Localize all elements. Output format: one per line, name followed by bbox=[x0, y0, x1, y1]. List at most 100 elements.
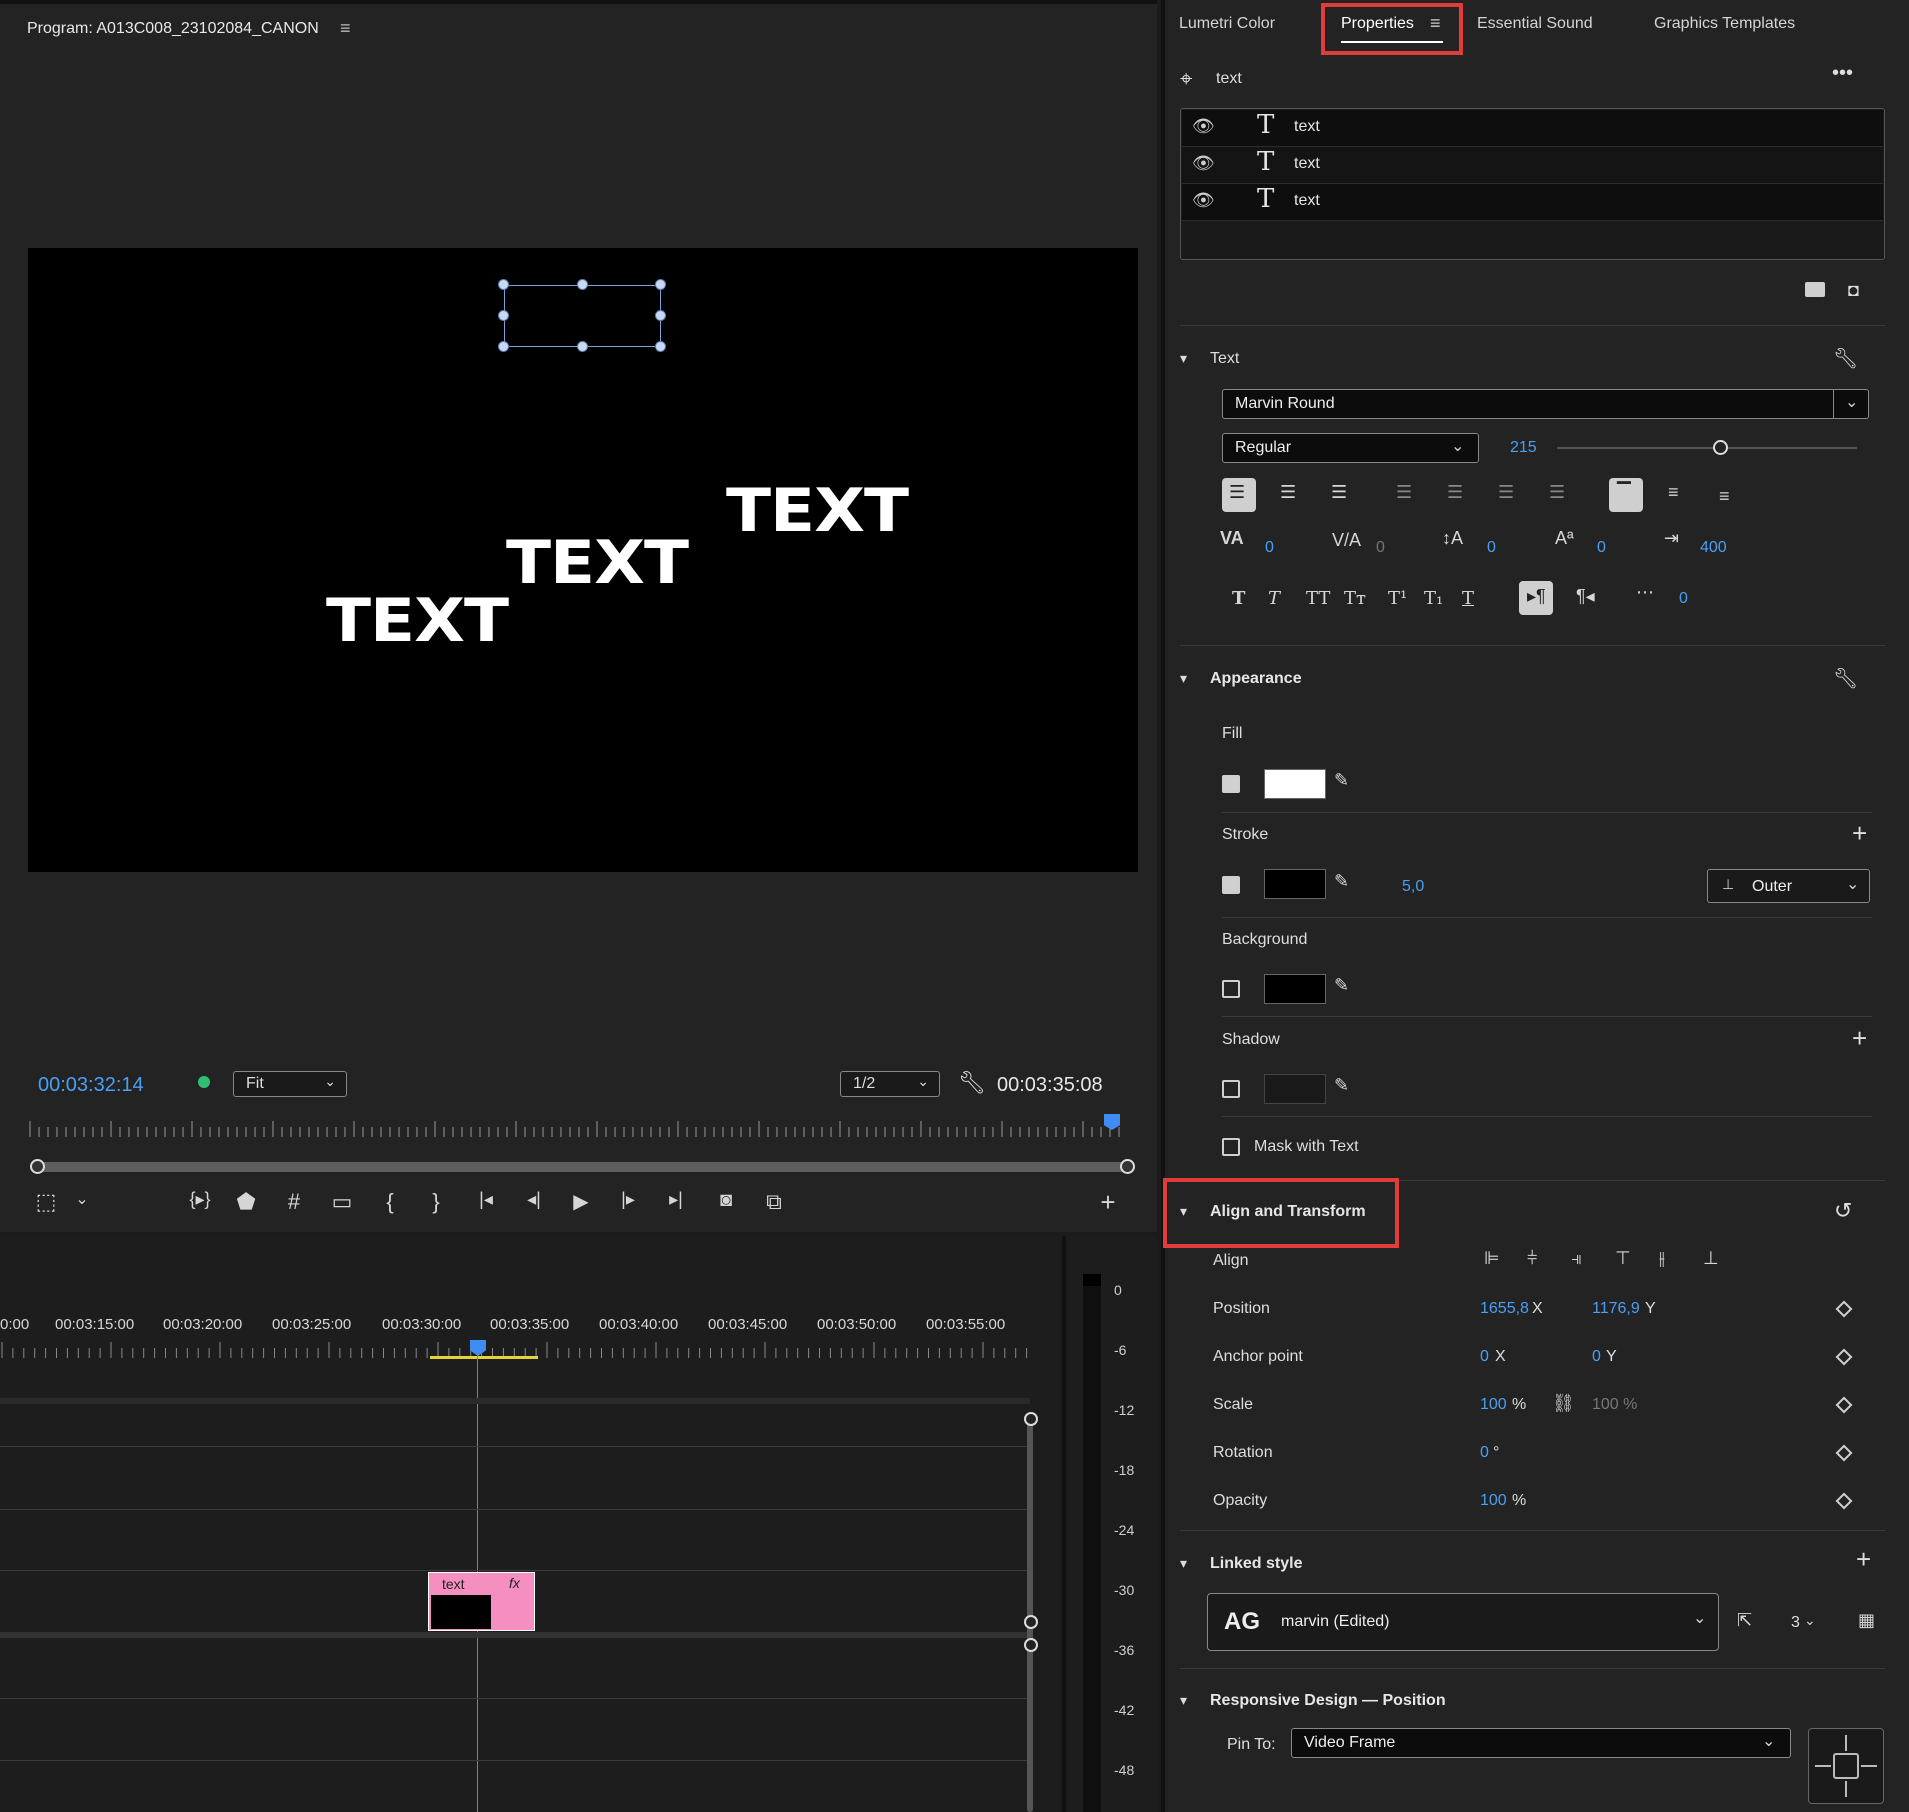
folder-icon[interactable] bbox=[1805, 282, 1825, 297]
justify-left-icon[interactable]: ☰ bbox=[1396, 482, 1412, 503]
grid-icon[interactable]: # bbox=[276, 1189, 312, 1215]
align-left-icon[interactable]: ☰ bbox=[1229, 482, 1245, 503]
eyedropper-icon[interactable]: ✎ bbox=[1334, 770, 1349, 791]
align-right-edges-icon[interactable]: ⫣ bbox=[1571, 1248, 1582, 1269]
canvas-text-middle[interactable]: TEXT bbox=[506, 533, 689, 592]
font-size-value[interactable]: 215 bbox=[1510, 439, 1537, 457]
ltr-direction-icon[interactable]: ▸¶ bbox=[1527, 586, 1546, 607]
shadow-checkbox[interactable] bbox=[1222, 1080, 1240, 1098]
pin-right-line[interactable] bbox=[1861, 1765, 1877, 1767]
eye-icon[interactable]: 👁︎ bbox=[1192, 116, 1215, 137]
zoom-scrollbar[interactable] bbox=[36, 1162, 1128, 1172]
pin-top-line[interactable] bbox=[1845, 1735, 1847, 1751]
align-top-text-icon[interactable]: ▔ bbox=[1617, 482, 1631, 503]
pin-center-box[interactable] bbox=[1833, 1753, 1859, 1779]
scrollbar-handle-right[interactable] bbox=[1120, 1159, 1135, 1174]
reset-icon[interactable]: ↺ bbox=[1834, 1198, 1852, 1224]
scrollbar-handle[interactable] bbox=[1024, 1615, 1038, 1629]
eye-icon[interactable]: 👁︎ bbox=[1192, 190, 1215, 211]
selection-handle[interactable] bbox=[498, 341, 509, 352]
eyedropper-icon[interactable]: ✎ bbox=[1334, 1075, 1349, 1096]
selection-bounding-box[interactable] bbox=[504, 285, 661, 347]
hamburger-menu-icon[interactable]: ≡ bbox=[340, 18, 351, 39]
chevron-down-icon[interactable]: ▾ bbox=[1180, 1692, 1187, 1709]
bold-icon[interactable]: T bbox=[1232, 588, 1245, 609]
step-back-icon[interactable]: ◂| bbox=[516, 1189, 552, 1210]
stroke-type-dropdown[interactable]: ⊥ Outer ⌄ bbox=[1707, 869, 1870, 903]
superscript-icon[interactable]: T¹ bbox=[1388, 588, 1407, 609]
eyedropper-icon[interactable]: ✎ bbox=[1334, 871, 1349, 892]
camera-icon[interactable]: ◙ bbox=[708, 1189, 744, 1212]
font-dropdown[interactable]: Marvin Round ⌄ bbox=[1222, 389, 1869, 419]
subscript-icon[interactable]: T₁ bbox=[1424, 588, 1443, 609]
work-area-bar[interactable] bbox=[430, 1356, 538, 1359]
align-horizontal-centers-icon[interactable]: ⫩ bbox=[1527, 1248, 1537, 1269]
scrollbar-handle[interactable] bbox=[1024, 1638, 1038, 1652]
rotation-value[interactable]: 0 bbox=[1480, 1444, 1489, 1462]
mark-in-icon[interactable]: { bbox=[372, 1189, 408, 1215]
align-left-edges-icon[interactable]: ⊫ bbox=[1484, 1248, 1500, 1269]
selection-handle[interactable] bbox=[655, 279, 666, 290]
play-icon[interactable]: ▶ bbox=[563, 1189, 599, 1214]
add-button-icon[interactable]: + bbox=[1090, 1187, 1126, 1218]
slider-handle[interactable] bbox=[1713, 440, 1728, 455]
style-count[interactable]: 3 bbox=[1791, 1614, 1800, 1632]
tab-essential-sound[interactable]: Essential Sound bbox=[1477, 15, 1593, 33]
align-top-edges-icon[interactable]: ⊤ bbox=[1615, 1248, 1631, 1269]
chevron-down-icon[interactable]: ⌄ bbox=[1804, 1612, 1816, 1629]
kerning-value[interactable]: 0 bbox=[1265, 539, 1274, 557]
align-center-text-icon[interactable]: ≡ bbox=[1668, 482, 1679, 503]
scrollbar-handle[interactable] bbox=[1024, 1412, 1038, 1426]
background-checkbox[interactable] bbox=[1222, 980, 1240, 998]
chevron-down-icon[interactable]: ⌄ bbox=[64, 1189, 100, 1209]
font-style-dropdown[interactable]: Regular ⌄ bbox=[1222, 433, 1479, 463]
canvas-text-right[interactable]: TEXT bbox=[726, 481, 909, 540]
eyedropper-icon[interactable]: ✎ bbox=[1334, 975, 1349, 996]
rtl-direction-icon[interactable]: ¶◂ bbox=[1576, 586, 1595, 607]
underline-icon[interactable]: T bbox=[1462, 588, 1474, 609]
tab-lumetri-color[interactable]: Lumetri Color bbox=[1179, 15, 1275, 33]
leading-value[interactable]: 0 bbox=[1487, 539, 1496, 557]
tab-width-value[interactable]: 400 bbox=[1700, 539, 1727, 557]
time-ruler[interactable] bbox=[28, 1119, 1128, 1139]
small-caps-icon[interactable]: Tт bbox=[1344, 588, 1366, 609]
position-y-value[interactable]: 1176,9 bbox=[1592, 1300, 1640, 1318]
wrench-icon[interactable]: 🔧︎ bbox=[958, 1070, 986, 1096]
tab-menu-icon[interactable]: ≡ bbox=[1430, 13, 1441, 34]
italic-icon[interactable]: T bbox=[1268, 588, 1280, 609]
wrench-icon[interactable]: 🔧︎ bbox=[1833, 666, 1858, 691]
stroke-checkbox[interactable] bbox=[1222, 876, 1240, 894]
pin-left-line[interactable] bbox=[1815, 1765, 1831, 1767]
add-stroke-icon[interactable]: + bbox=[1852, 818, 1867, 849]
resolution-dropdown[interactable]: 1/2 ⌄ bbox=[840, 1071, 940, 1097]
tab-properties[interactable]: Properties bbox=[1341, 15, 1414, 33]
anchor-x-value[interactable]: 0 bbox=[1480, 1348, 1489, 1366]
align-right-icon[interactable]: ☰ bbox=[1331, 482, 1347, 503]
scrollbar-handle-left[interactable] bbox=[30, 1159, 45, 1174]
all-caps-icon[interactable]: TT bbox=[1306, 588, 1330, 609]
new-layer-icon[interactable]: ◘ bbox=[1848, 280, 1859, 301]
scale-value[interactable]: 100 bbox=[1480, 1396, 1507, 1414]
tab-graphics-templates[interactable]: Graphics Templates bbox=[1654, 15, 1795, 33]
timeline-clip[interactable]: text fx bbox=[428, 1572, 535, 1631]
selection-handle[interactable] bbox=[577, 341, 588, 352]
align-bottom-text-icon[interactable]: ≡ bbox=[1719, 486, 1730, 507]
go-to-in-icon[interactable]: |◂ bbox=[468, 1189, 504, 1210]
selection-handle[interactable] bbox=[498, 279, 509, 290]
chevron-down-icon[interactable]: ▾ bbox=[1180, 350, 1187, 367]
align-center-icon[interactable]: ☰ bbox=[1280, 482, 1296, 503]
insert-edit-icon[interactable]: {▸} bbox=[182, 1189, 218, 1210]
grid-view-icon[interactable]: ▦ bbox=[1858, 1610, 1875, 1631]
add-shadow-icon[interactable]: + bbox=[1852, 1023, 1867, 1054]
justify-right-icon[interactable]: ☰ bbox=[1498, 482, 1514, 503]
pin-to-dropdown[interactable]: Video Frame ⌄ bbox=[1291, 1728, 1791, 1758]
pin-bottom-line[interactable] bbox=[1845, 1781, 1847, 1797]
background-color-swatch[interactable] bbox=[1264, 974, 1326, 1004]
chevron-down-icon[interactable]: ▾ bbox=[1180, 670, 1187, 687]
fit-dropdown[interactable]: Fit ⌄ bbox=[233, 1071, 347, 1097]
align-bottom-edges-icon[interactable]: ⊥ bbox=[1703, 1248, 1719, 1269]
stroke-color-swatch[interactable] bbox=[1264, 869, 1326, 899]
comparison-view-icon[interactable]: ⧉ bbox=[756, 1189, 792, 1215]
chevron-down-icon[interactable]: ▾ bbox=[1180, 1203, 1187, 1220]
canvas-text-left[interactable]: TEXT bbox=[326, 591, 509, 650]
